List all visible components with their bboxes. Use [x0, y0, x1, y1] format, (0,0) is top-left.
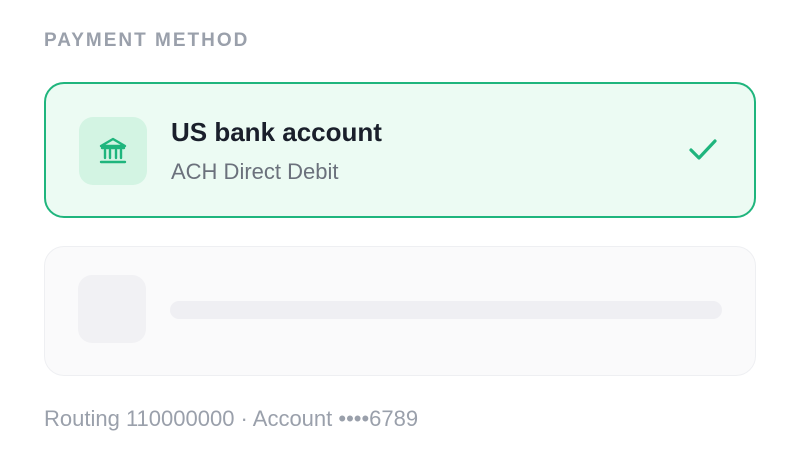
payment-option-title: US bank account	[171, 117, 382, 147]
skeleton-icon-tile	[78, 275, 146, 343]
section-label: PAYMENT METHOD	[44, 30, 250, 51]
checkmark-icon	[689, 139, 717, 160]
payment-option-skeleton	[44, 246, 756, 376]
skeleton-text-line	[170, 301, 722, 319]
bank-icon	[99, 137, 127, 164]
bank-icon-tile	[79, 117, 147, 185]
payment-option-subtitle: ACH Direct Debit	[171, 159, 339, 184]
payment-option-us-bank-account[interactable]: US bank account ACH Direct Debit	[44, 82, 756, 218]
account-details-note: Routing 110000000 · Account ••••6789	[44, 406, 419, 431]
